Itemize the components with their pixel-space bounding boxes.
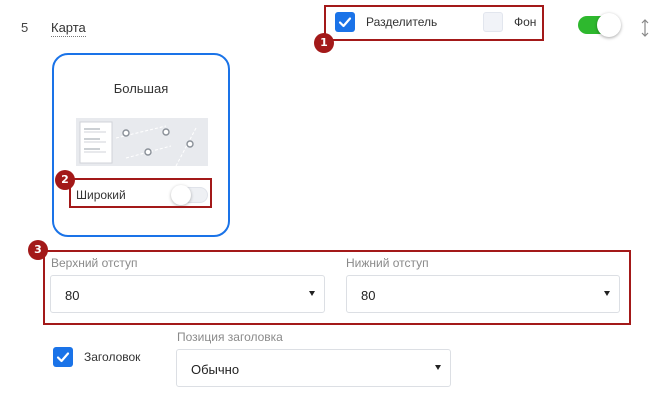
annotation-badge-2: 2	[55, 170, 75, 190]
heading-checkbox-label: Заголовок	[84, 350, 141, 364]
map-preview-image	[76, 118, 208, 166]
highlight-frame-2	[69, 178, 212, 208]
row-number: 5	[21, 20, 29, 35]
heading-position-label: Позиция заголовка	[177, 330, 283, 344]
highlight-frame-1	[324, 5, 544, 41]
highlight-frame-3	[43, 250, 631, 325]
heading-position-select[interactable]: Обычно	[176, 349, 451, 387]
card-title: Большая	[113, 81, 169, 96]
drag-handle-icon[interactable]	[640, 18, 650, 38]
check-icon	[56, 352, 70, 363]
layout-card-large[interactable]: Большая	[52, 53, 230, 237]
heading-position-value: Обычно	[191, 362, 240, 377]
annotation-badge-3: 3	[28, 240, 48, 260]
heading-checkbox[interactable]	[53, 347, 73, 367]
row-title[interactable]: Карта	[51, 20, 86, 37]
annotation-badge-1: 1	[314, 33, 334, 53]
toggle-knob	[597, 13, 621, 37]
dropdown-arrow-icon	[435, 365, 441, 370]
block-enabled-toggle[interactable]	[578, 13, 621, 37]
